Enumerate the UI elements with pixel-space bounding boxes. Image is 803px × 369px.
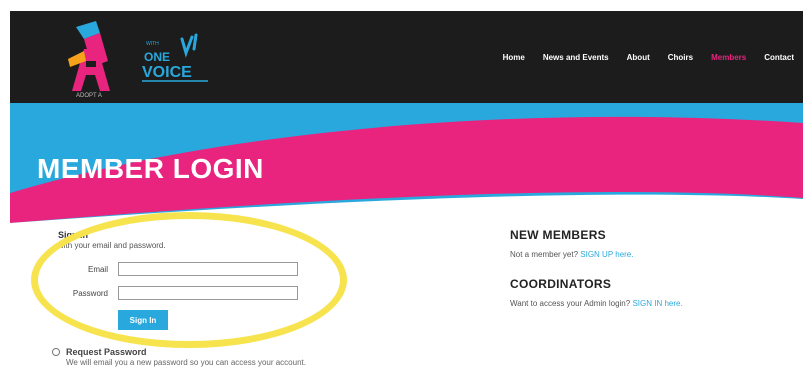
request-password-description: We will email you a new password so you …: [66, 358, 306, 367]
page-frame: ADOPT A WITH ONE VOICE Home News and Eve…: [0, 0, 803, 369]
with-one-voice-logo[interactable]: WITH ONE VOICE: [138, 31, 218, 91]
site-header: ADOPT A WITH ONE VOICE Home News and Eve…: [10, 11, 803, 103]
sign-up-link[interactable]: SIGN UP here.: [580, 250, 633, 259]
nav-choirs[interactable]: Choirs: [668, 53, 693, 62]
nav-home[interactable]: Home: [503, 53, 525, 62]
request-password-radio[interactable]: [52, 348, 60, 356]
nav-contact[interactable]: Contact: [764, 53, 794, 62]
page-banner: MEMBER LOGIN: [10, 103, 803, 223]
password-row: Password: [58, 286, 298, 300]
new-members-text: Not a member yet? SIGN UP here.: [510, 250, 790, 259]
email-row: Email: [58, 262, 298, 276]
signin-subtitle: with your email and password.: [58, 241, 166, 250]
request-password-title[interactable]: Request Password: [66, 347, 147, 357]
signin-section: Sign In with your email and password. Em…: [58, 230, 298, 330]
nav-news-and-events[interactable]: News and Events: [543, 53, 609, 62]
sa-logo[interactable]: ADOPT A: [62, 21, 132, 99]
email-field[interactable]: [118, 262, 298, 276]
right-column: NEW MEMBERS Not a member yet? SIGN UP he…: [510, 228, 790, 308]
page-title: MEMBER LOGIN: [37, 153, 264, 184]
new-members-heading: NEW MEMBERS: [510, 228, 606, 242]
logo-sub-text: ADOPT A: [76, 93, 102, 99]
password-label: Password: [72, 288, 108, 298]
admin-sign-in-link[interactable]: SIGN IN here.: [632, 299, 682, 308]
sign-in-button[interactable]: Sign In: [118, 310, 168, 330]
nav-about[interactable]: About: [627, 53, 650, 62]
request-password-section: Request Password We will email you a new…: [52, 347, 306, 367]
signin-title: Sign In: [58, 230, 88, 240]
coordinators-text: Want to access your Admin login? SIGN IN…: [510, 299, 790, 308]
email-label: Email: [87, 264, 108, 274]
coordinators-heading: COORDINATORS: [510, 277, 612, 291]
new-members-section: NEW MEMBERS Not a member yet? SIGN UP he…: [510, 228, 790, 259]
coordinators-prompt: Want to access your Admin login?: [510, 299, 631, 308]
new-members-prompt: Not a member yet?: [510, 250, 579, 259]
password-field[interactable]: [118, 286, 298, 300]
logo-voice-text: VOICE: [142, 64, 192, 81]
logo-with-text: WITH: [146, 41, 159, 47]
nav-members[interactable]: Members: [711, 53, 746, 62]
main-nav: Home News and Events About Choirs Member…: [494, 47, 803, 67]
coordinators-section: COORDINATORS Want to access your Admin l…: [510, 277, 790, 308]
logo-one-text: ONE: [144, 50, 170, 64]
